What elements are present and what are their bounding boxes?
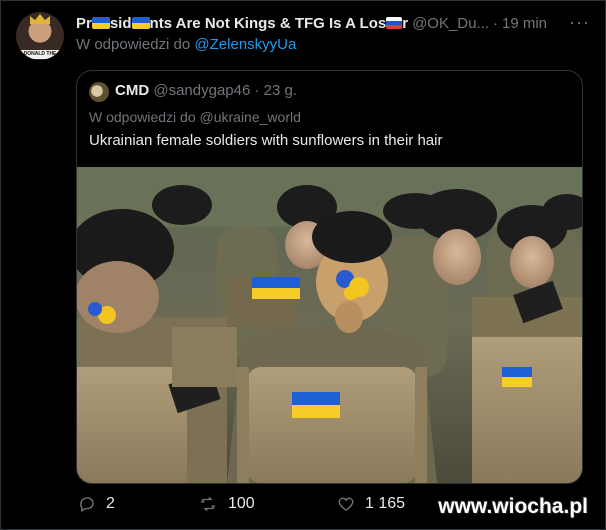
- quoted-reply-context: W odpowiedzi do @ukraine_world: [89, 109, 301, 125]
- watermark: www.wiocha.pl: [438, 495, 588, 518]
- crown-icon: [30, 14, 50, 24]
- reply-icon: [80, 497, 94, 512]
- like-button[interactable]: 1 165: [337, 495, 405, 513]
- quoted-tweet[interactable]: CMD @sandygap46 · 23 g. W odpowiedzi do …: [76, 70, 583, 484]
- separator-dot: ·: [492, 14, 498, 32]
- quoted-header: CMD @sandygap46 · 23 g.: [115, 82, 297, 99]
- quoted-author-name: CMD: [115, 82, 150, 99]
- quoted-avatar: [89, 82, 109, 102]
- more-icon[interactable]: ···: [569, 12, 590, 33]
- retweet-button[interactable]: 100: [198, 495, 255, 513]
- quoted-text: Ukrainian female soldiers with sunflower…: [89, 132, 443, 149]
- reply-count: 2: [106, 495, 115, 512]
- author-handle[interactable]: @OK_Du...: [412, 15, 489, 32]
- separator-dot: ·: [254, 82, 260, 99]
- like-icon: [338, 497, 354, 511]
- ukraine-flag-icon: [91, 16, 110, 29]
- quoted-handle: @sandygap46: [153, 82, 251, 99]
- retweet-icon: [200, 496, 216, 512]
- reply-context: W odpowiedzi do @ZelenskyyUa: [76, 36, 297, 53]
- tweet-time[interactable]: 19 min: [502, 15, 547, 32]
- author-name[interactable]: Pr sid nts Are Not Kings & TFG Is A Los r: [76, 15, 408, 32]
- reply-to-link[interactable]: @ZelenskyyUa: [194, 36, 296, 53]
- author-avatar[interactable]: DONALD THE: [16, 12, 64, 60]
- quoted-photo[interactable]: [77, 167, 582, 483]
- retweet-count: 100: [228, 495, 255, 512]
- quoted-time: 23 g.: [263, 82, 298, 99]
- russia-flag-icon: [386, 16, 403, 29]
- ukraine-flag-icon: [131, 16, 150, 29]
- tweet-header: Pr sid nts Are Not Kings & TFG Is A Los r @…: [76, 12, 590, 34]
- reply-button[interactable]: 2: [78, 495, 115, 513]
- like-count: 1 165: [365, 495, 406, 512]
- avatar-caption: DONALD THE: [21, 50, 59, 59]
